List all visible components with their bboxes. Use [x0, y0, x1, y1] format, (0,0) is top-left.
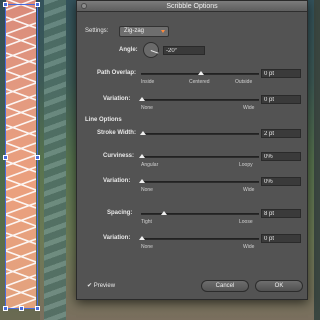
curviness-variation-input[interactable]	[261, 177, 301, 186]
chevron-down-icon	[161, 30, 165, 33]
spacing-input[interactable]	[261, 209, 301, 218]
overlap-variation-slider[interactable]	[139, 97, 259, 101]
curviness-label: Curviness:	[103, 153, 135, 159]
selection-handle[interactable]	[3, 306, 8, 311]
path-overlap-mid-label: Centered	[189, 79, 210, 85]
path-overlap-slider-knob[interactable]	[198, 71, 204, 75]
curviness-slider[interactable]	[139, 154, 259, 158]
curviness-input[interactable]	[261, 152, 301, 161]
cancel-button[interactable]: Cancel	[201, 280, 249, 292]
selection-handle[interactable]	[19, 306, 24, 311]
dialog-titlebar: Scribble Options	[77, 1, 307, 12]
selection-bounding-box[interactable]	[3, 2, 40, 311]
spacing-variation-label: Variation:	[103, 235, 131, 241]
overlap-variation-max-label: Wide	[243, 105, 255, 111]
spacing-slider-knob[interactable]	[161, 211, 167, 215]
curviness-variation-min-label: None	[141, 187, 153, 193]
path-overlap-label: Path Overlap:	[97, 70, 137, 76]
curviness-slider-knob[interactable]	[139, 154, 145, 158]
path-overlap-slider[interactable]	[141, 71, 259, 75]
spacing-slider[interactable]	[141, 211, 259, 215]
spacing-variation-max-label: Wide	[243, 244, 255, 250]
stroke-width-input[interactable]	[261, 129, 301, 138]
settings-label: Settings:	[85, 28, 109, 34]
selection-handle[interactable]	[35, 306, 40, 311]
stroke-width-slider-knob[interactable]	[140, 131, 146, 135]
preview-checkbox[interactable]: ✔ Preview	[87, 282, 115, 289]
overlap-variation-slider-knob[interactable]	[139, 97, 145, 101]
background-pattern	[44, 0, 66, 320]
selection-handle[interactable]	[3, 155, 8, 160]
spacing-variation-input[interactable]	[261, 234, 301, 243]
selection-handle[interactable]	[3, 2, 8, 7]
stroke-width-slider[interactable]	[140, 131, 259, 135]
path-overlap-min-label: Inside	[141, 79, 155, 85]
stroke-width-label: Stroke Width:	[97, 130, 136, 136]
overlap-variation-min-label: None	[141, 105, 153, 111]
close-window-icon[interactable]	[81, 3, 87, 9]
curviness-variation-slider[interactable]	[139, 179, 259, 183]
dialog-title: Scribble Options	[166, 3, 218, 10]
spacing-variation-min-label: None	[141, 244, 153, 250]
selection-handle[interactable]	[35, 2, 40, 7]
path-overlap-max-label: Outside	[235, 79, 253, 85]
angle-dial-pointer	[150, 50, 159, 54]
path-overlap-input[interactable]	[261, 69, 301, 78]
spacing-max-label: Loose	[239, 219, 253, 225]
spacing-min-label: Tight	[141, 219, 152, 225]
overlap-variation-input[interactable]	[261, 95, 301, 104]
checkmark-icon: ✔	[87, 283, 93, 289]
spacing-label: Spacing:	[107, 210, 133, 216]
settings-dropdown[interactable]: Zig-zag	[119, 26, 169, 37]
preview-label: Preview	[93, 283, 116, 289]
curviness-variation-max-label: Wide	[243, 187, 255, 193]
curviness-min-label: Angular	[141, 162, 159, 168]
curviness-max-label: Loopy	[239, 162, 253, 168]
angle-label: Angle:	[119, 47, 138, 53]
curviness-variation-label: Variation:	[103, 178, 131, 184]
spacing-variation-slider-knob[interactable]	[139, 236, 145, 240]
line-options-heading: Line Options	[85, 117, 122, 123]
spacing-variation-slider[interactable]	[139, 236, 259, 240]
overlap-variation-label: Variation:	[103, 96, 131, 102]
curviness-variation-slider-knob[interactable]	[139, 179, 145, 183]
angle-dial[interactable]	[143, 42, 159, 58]
scribble-options-dialog: Scribble Options Settings: Zig-zag Angle…	[76, 0, 308, 300]
ok-button[interactable]: OK	[255, 280, 303, 292]
selection-handle[interactable]	[35, 155, 40, 160]
settings-selected-value: Zig-zag	[124, 28, 145, 34]
angle-input[interactable]	[163, 46, 205, 55]
